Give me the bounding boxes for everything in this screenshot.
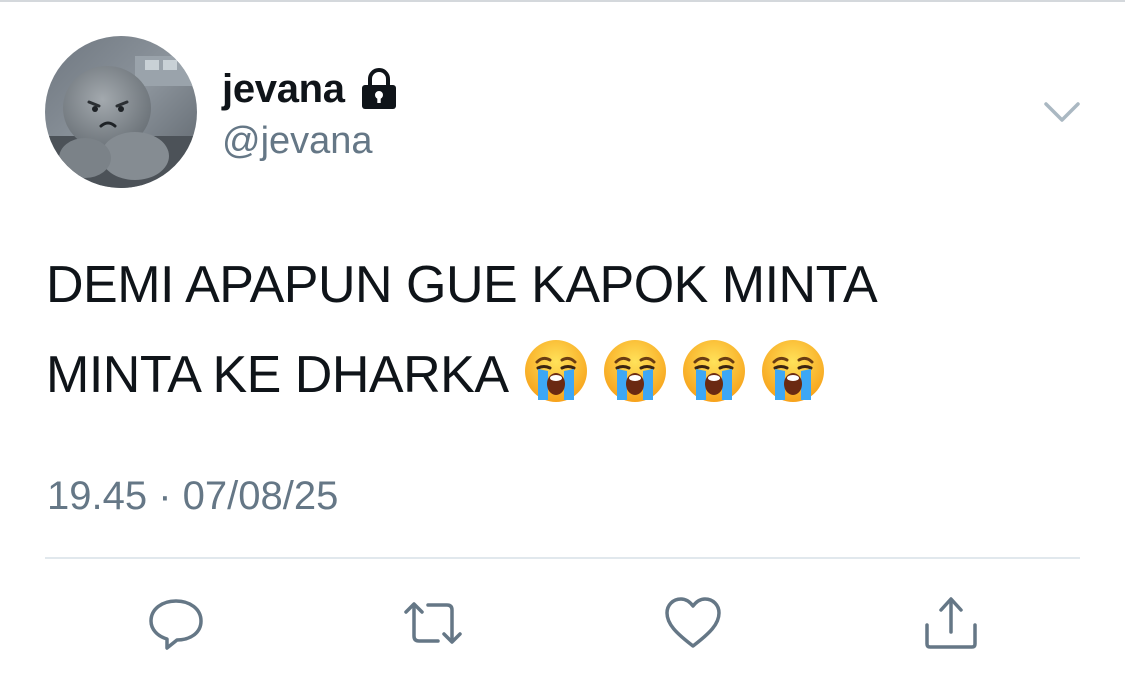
loudly-crying-face-icon <box>682 340 745 402</box>
tweet-text-line-content: MINTA KE DHARKA <box>46 346 509 404</box>
reply-button[interactable] <box>145 592 207 654</box>
lock-icon <box>359 67 399 111</box>
emoji-group <box>509 340 839 404</box>
tweet-text-line: MINTA KE DHARKA <box>46 330 1086 420</box>
loudly-crying-face-icon <box>524 340 587 402</box>
top-divider <box>0 0 1125 2</box>
share-button[interactable] <box>920 592 982 654</box>
tweet-text: DEMI APAPUN GUE KAPOK MINTA MINTA KE DHA… <box>46 240 1086 420</box>
avatar[interactable] <box>45 36 197 188</box>
like-button[interactable] <box>662 592 724 654</box>
author-name-row: jevana <box>222 64 399 114</box>
display-name[interactable]: jevana <box>222 67 345 112</box>
chevron-down-icon[interactable] <box>1040 94 1084 130</box>
loudly-crying-face-icon <box>603 340 666 402</box>
tweet-timestamp[interactable]: 19.45 · 07/08/25 <box>47 474 338 519</box>
loudly-crying-face-icon <box>761 340 824 402</box>
reply-icon <box>149 599 203 650</box>
heart-icon <box>665 597 721 648</box>
retweet-button[interactable] <box>402 592 464 654</box>
gray-plush-toy-avatar-icon <box>45 36 197 188</box>
actions-divider <box>45 557 1080 559</box>
retweet-icon <box>404 602 462 644</box>
user-handle[interactable]: @jevana <box>222 120 373 163</box>
share-icon <box>925 597 977 649</box>
tweet-text-line: DEMI APAPUN GUE KAPOK MINTA <box>46 256 878 314</box>
